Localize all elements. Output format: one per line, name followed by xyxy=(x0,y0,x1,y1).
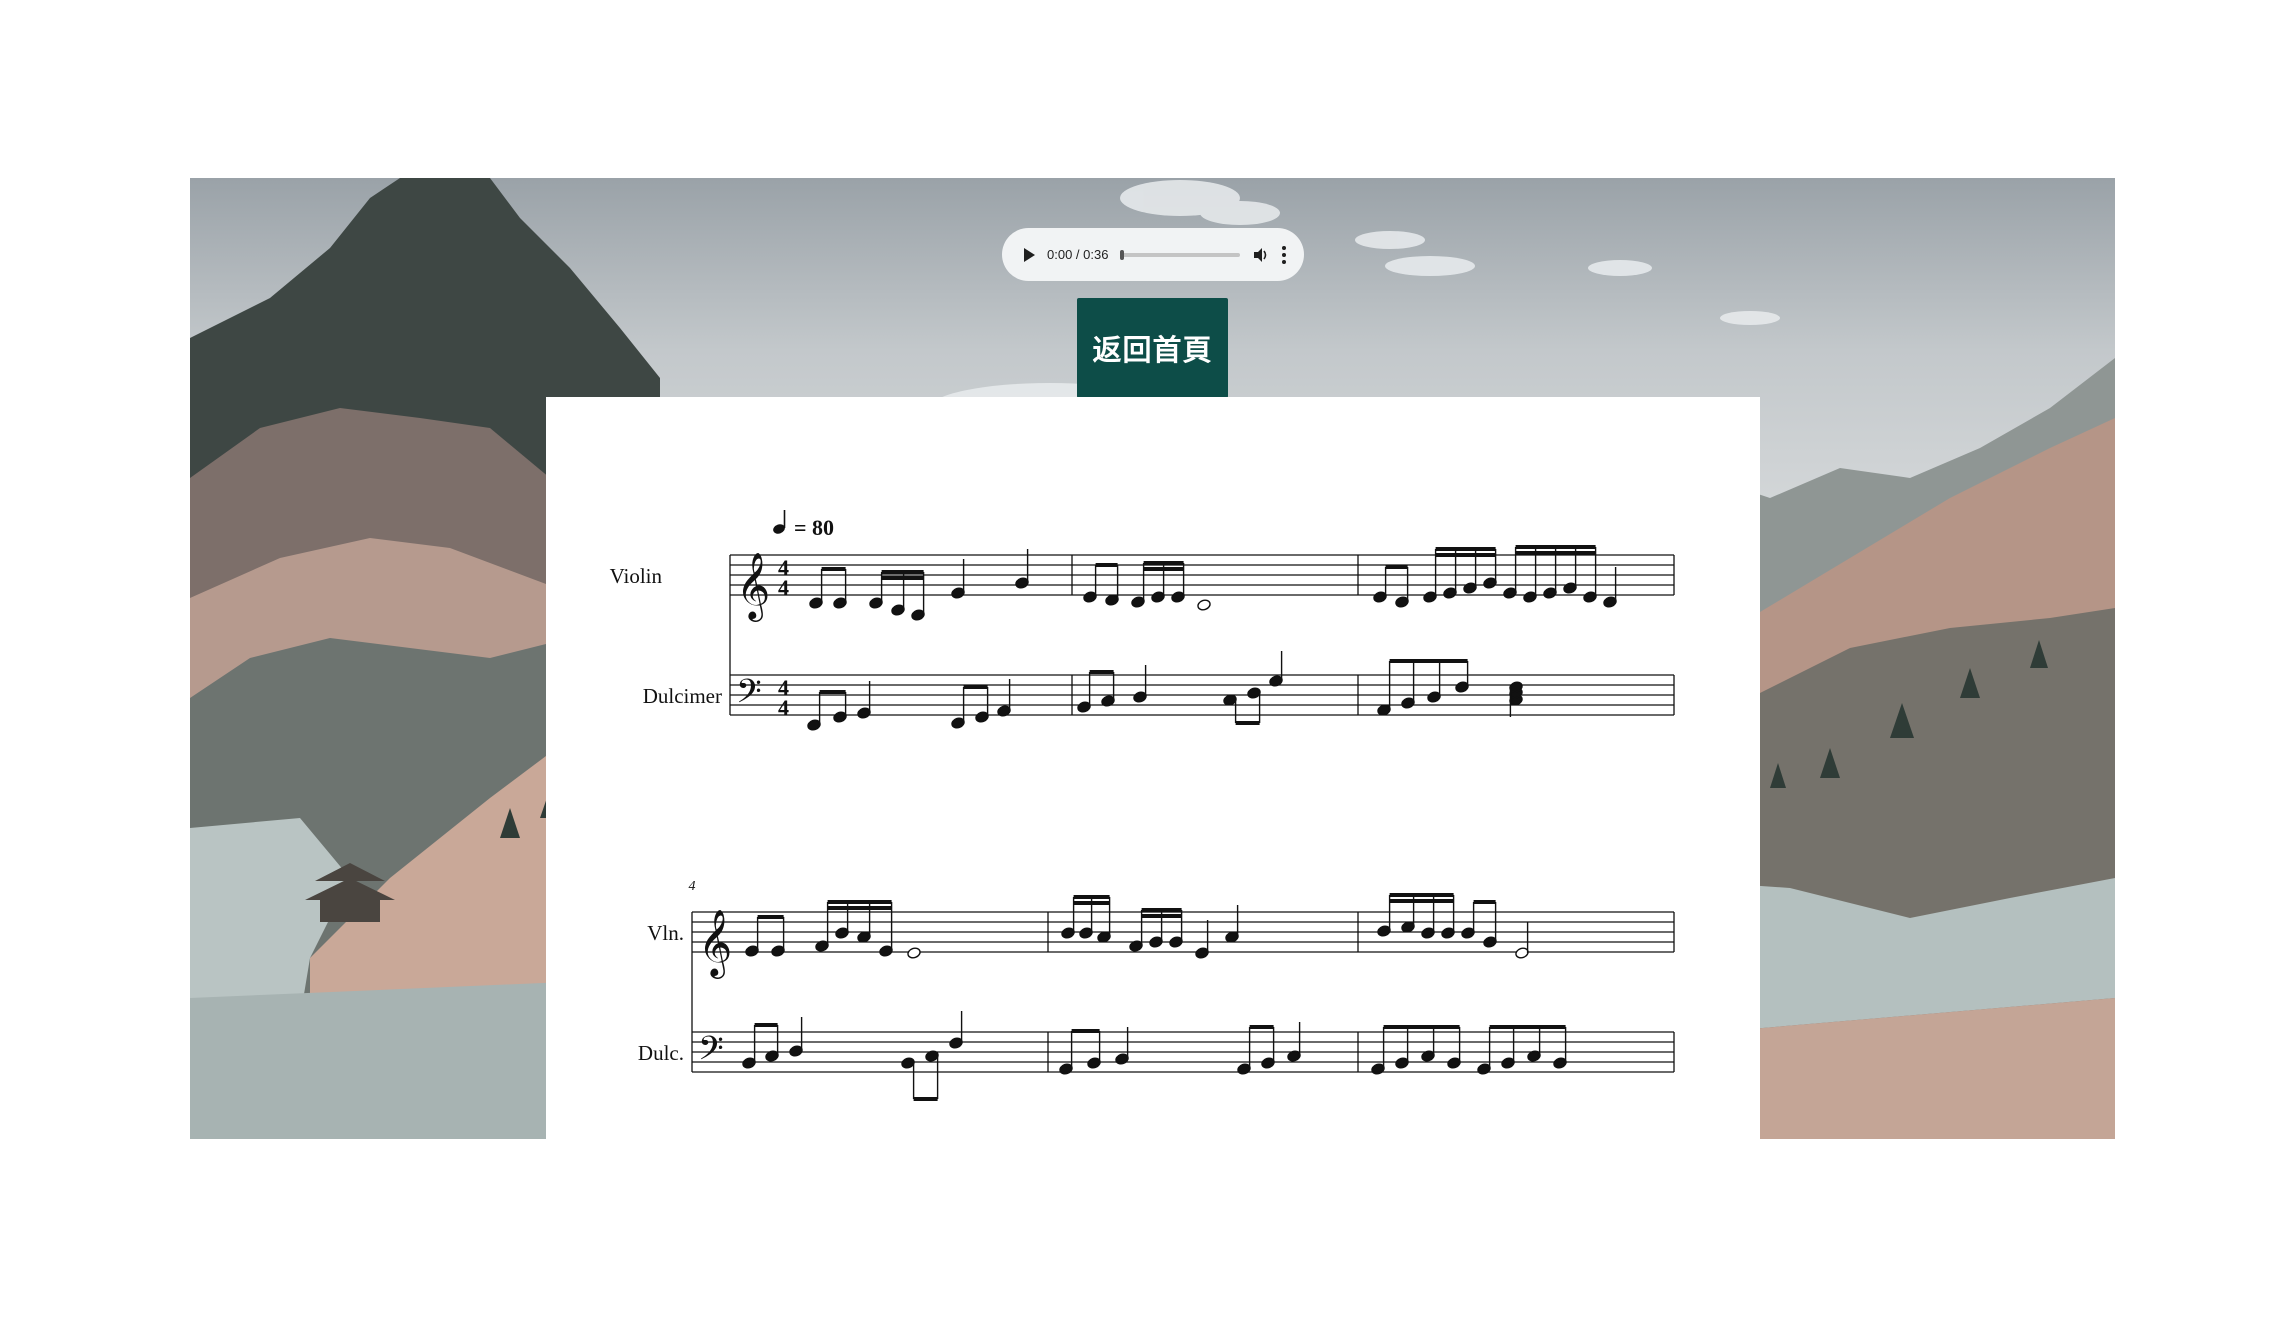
svg-text:4: 4 xyxy=(778,695,789,720)
progress-slider[interactable] xyxy=(1120,249,1240,260)
score: 𝄞 𝄢 𝄞 𝄢 44 44 = 80 Violin Dulcimer 4 Vln… xyxy=(610,510,1675,1101)
time-display: 0:00 / 0:36 xyxy=(1047,247,1109,262)
bass-clef-icon: 𝄢 xyxy=(736,673,762,719)
instrument-label: Violin xyxy=(610,564,663,588)
bar-number: 4 xyxy=(689,879,696,894)
time-signature: 44 44 xyxy=(778,555,789,720)
svg-text:4: 4 xyxy=(778,575,789,600)
staff-violin-1 xyxy=(730,554,1674,596)
audio-player[interactable]: 0:00 / 0:36 xyxy=(1002,228,1304,281)
play-icon[interactable] xyxy=(1024,247,1035,262)
instrument-label: Dulc. xyxy=(638,1041,684,1065)
note xyxy=(907,947,921,959)
staff-dulcimer-1 xyxy=(730,674,1674,716)
more-vertical-icon[interactable] xyxy=(1282,245,1286,264)
home-button[interactable]: 返回首頁 xyxy=(1077,298,1228,398)
staff-dulcimer-2 xyxy=(692,1031,1674,1073)
sheet-music: 𝄞 𝄢 𝄞 𝄢 44 44 = 80 Violin Dulcimer 4 Vln… xyxy=(546,397,1760,1140)
instrument-label: Dulcimer xyxy=(643,684,722,708)
bass-clef-icon: 𝄢 xyxy=(698,1030,724,1076)
volume-icon[interactable] xyxy=(1252,246,1270,264)
treble-clef-icon: 𝄞 xyxy=(698,908,732,979)
note xyxy=(1197,599,1211,611)
instrument-label: Vln. xyxy=(647,921,684,945)
notes xyxy=(742,545,1617,1101)
tempo-mark: = 80 xyxy=(773,510,834,540)
treble-clef-icon: 𝄞 xyxy=(736,551,770,622)
svg-text:= 80: = 80 xyxy=(794,515,834,540)
